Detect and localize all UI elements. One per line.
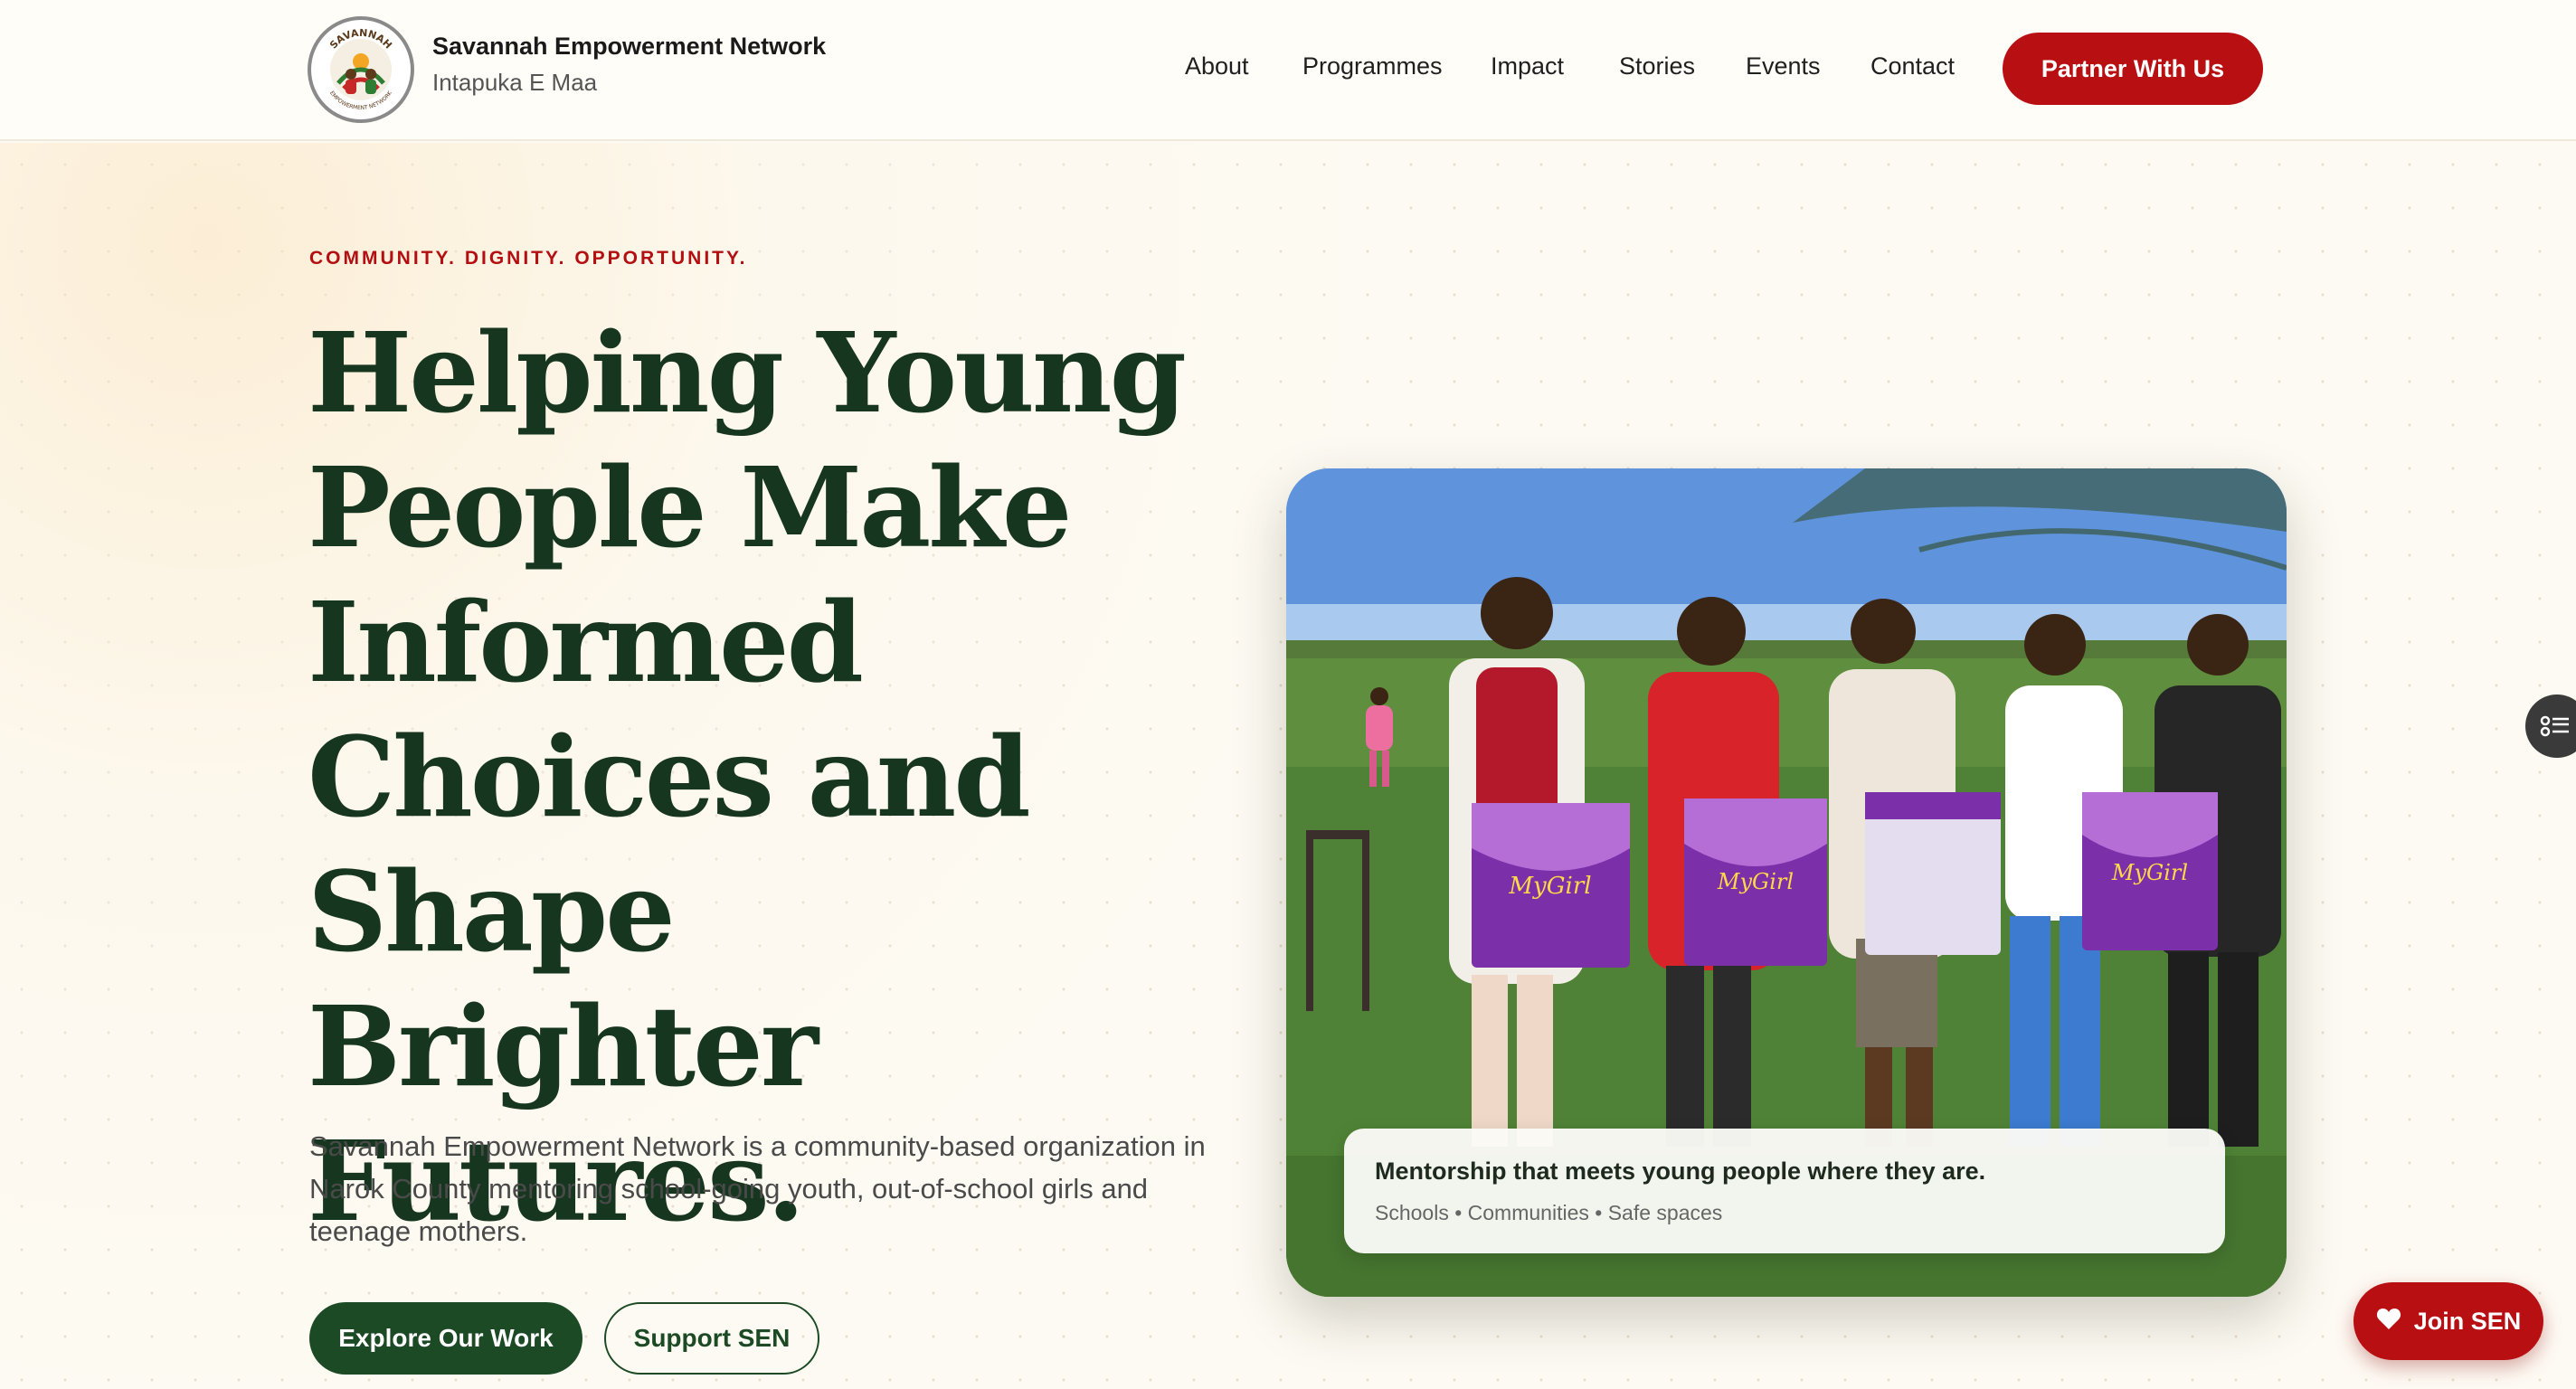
box-brand-label: MyGirl	[1717, 869, 1794, 894]
join-sen-label: Join SEN	[2413, 1307, 2522, 1335]
hero-photo: MyGirl MyGirl MyGirl Mentorship that mee…	[1286, 468, 2287, 1297]
nav-programmes[interactable]: Programmes	[1302, 52, 1443, 80]
join-sen-button[interactable]: Join SEN	[2353, 1282, 2543, 1360]
nav-events[interactable]: Events	[1746, 52, 1821, 80]
brand-name[interactable]: Savannah Empowerment Network	[432, 33, 826, 61]
nav-about[interactable]: About	[1185, 52, 1249, 80]
nav-stories[interactable]: Stories	[1619, 52, 1695, 80]
hero-description: Savannah Empowerment Network is a commun…	[309, 1130, 1206, 1247]
photo-caption: Mentorship that meets young people where…	[1344, 1129, 2225, 1253]
caption-subtitle: Schools • Communities • Safe spaces	[1375, 1201, 1723, 1224]
box-brand-label: MyGirl	[2111, 860, 2188, 885]
hero-headline: Helping Young People Make Informed Choic…	[308, 307, 1187, 1246]
partner-with-us-button[interactable]: Partner With Us	[2003, 33, 2263, 105]
brand-tagline: Intapuka E Maa	[432, 69, 598, 96]
hero-eyebrow: COMMUNITY. DIGNITY. OPPORTUNITY.	[309, 248, 748, 269]
box-brand-label: MyGirl	[1508, 873, 1591, 900]
support-sen-button[interactable]: Support SEN	[604, 1302, 819, 1375]
site-header: SAVANNAH EMPOWERMENT NETWORK Savannah Em…	[0, 0, 2576, 141]
heart-icon	[2376, 1307, 2401, 1337]
nav-contact[interactable]: Contact	[1870, 52, 1955, 80]
nav-impact[interactable]: Impact	[1491, 52, 1564, 80]
hero-section: COMMUNITY. DIGNITY. OPPORTUNITY. Helping…	[0, 143, 2576, 1389]
explore-our-work-button[interactable]: Explore Our Work	[309, 1302, 582, 1375]
caption-title: Mentorship that meets young people where…	[1375, 1158, 1986, 1185]
savannah-logo-icon[interactable]: SAVANNAH EMPOWERMENT NETWORK	[308, 16, 414, 123]
